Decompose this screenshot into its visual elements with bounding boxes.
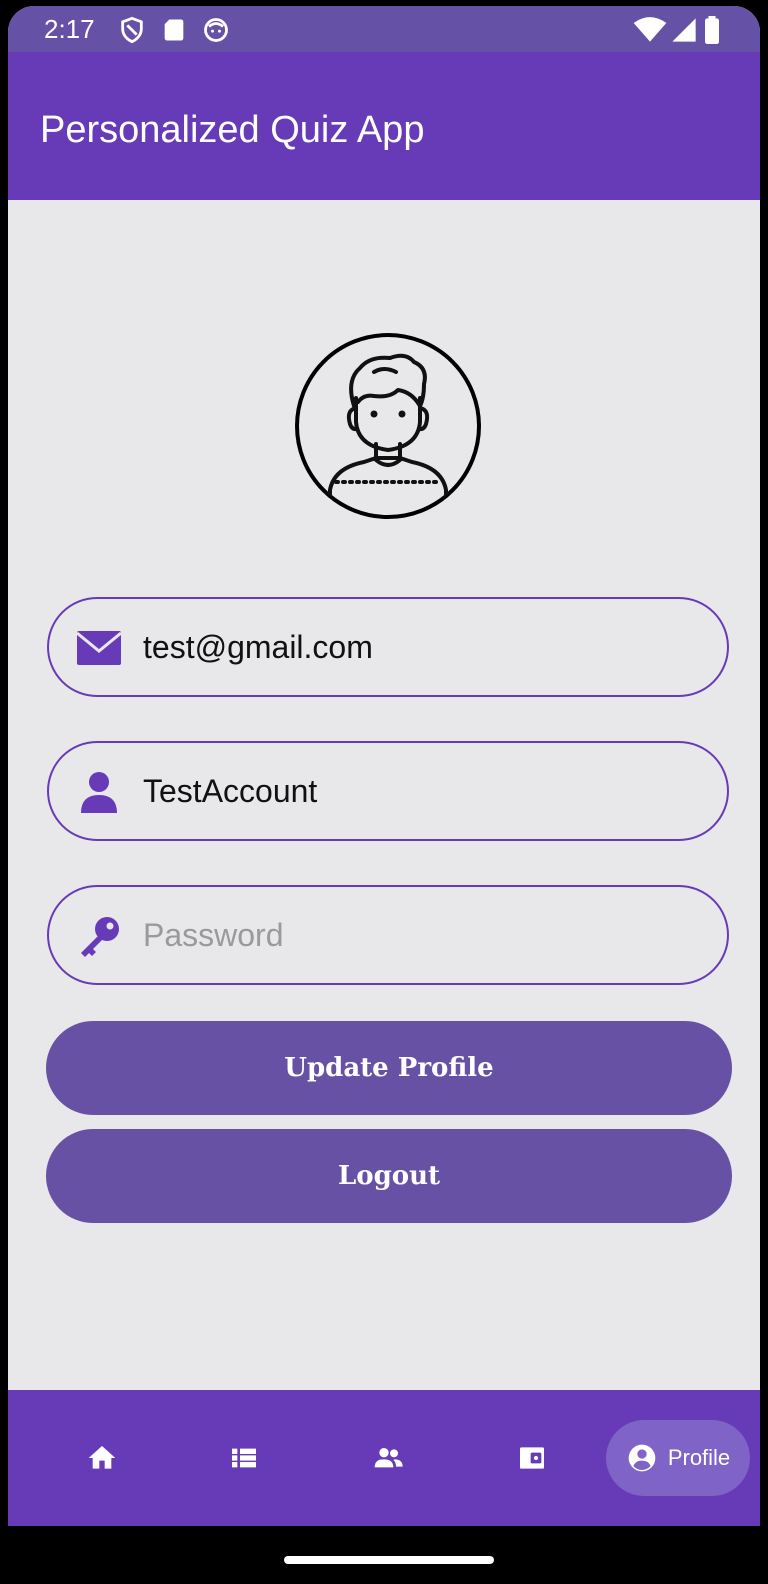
nav-group[interactable] <box>350 1420 426 1496</box>
signal-icon <box>672 18 696 42</box>
key-icon <box>81 917 119 957</box>
wallet-icon <box>520 1447 544 1469</box>
home-icon <box>88 1446 116 1469</box>
username-input[interactable] <box>143 761 703 821</box>
wifi-icon <box>633 17 667 42</box>
update-profile-button[interactable]: Update Profile <box>46 1021 732 1115</box>
status-time: 2:17 <box>44 14 95 44</box>
status-bar: 2:17 <box>8 6 760 52</box>
group-icon <box>374 1448 403 1468</box>
username-field[interactable] <box>47 741 729 841</box>
account-circle-icon <box>628 1444 656 1472</box>
shield-icon <box>121 16 143 44</box>
email-field[interactable] <box>47 597 729 697</box>
app-title: Personalized Quiz App <box>40 109 425 151</box>
face-icon <box>204 18 228 42</box>
bottom-navigation: Profile <box>8 1390 760 1526</box>
list-icon <box>232 1448 256 1468</box>
app-bar: Personalized Quiz App <box>8 52 760 200</box>
password-input[interactable] <box>143 905 703 965</box>
app-screen: 2:17 Personalized Quiz App test@gmail.co… <box>8 6 760 1584</box>
nav-home[interactable] <box>64 1420 140 1496</box>
battery-icon <box>705 16 719 44</box>
nav-profile[interactable]: Profile <box>606 1420 750 1496</box>
user-avatar-icon <box>295 333 481 519</box>
logout-button[interactable]: Logout <box>46 1129 732 1223</box>
person-icon <box>81 772 117 813</box>
nav-list[interactable] <box>206 1420 282 1496</box>
sd-card-icon <box>164 19 184 41</box>
system-gesture-bar <box>8 1526 760 1584</box>
password-field[interactable] <box>47 885 729 985</box>
nav-wallet[interactable] <box>494 1420 570 1496</box>
email-input[interactable] <box>143 617 703 677</box>
mail-icon <box>76 631 122 665</box>
home-gesture-handle[interactable] <box>284 1556 494 1564</box>
nav-profile-label: Profile <box>667 1445 731 1470</box>
